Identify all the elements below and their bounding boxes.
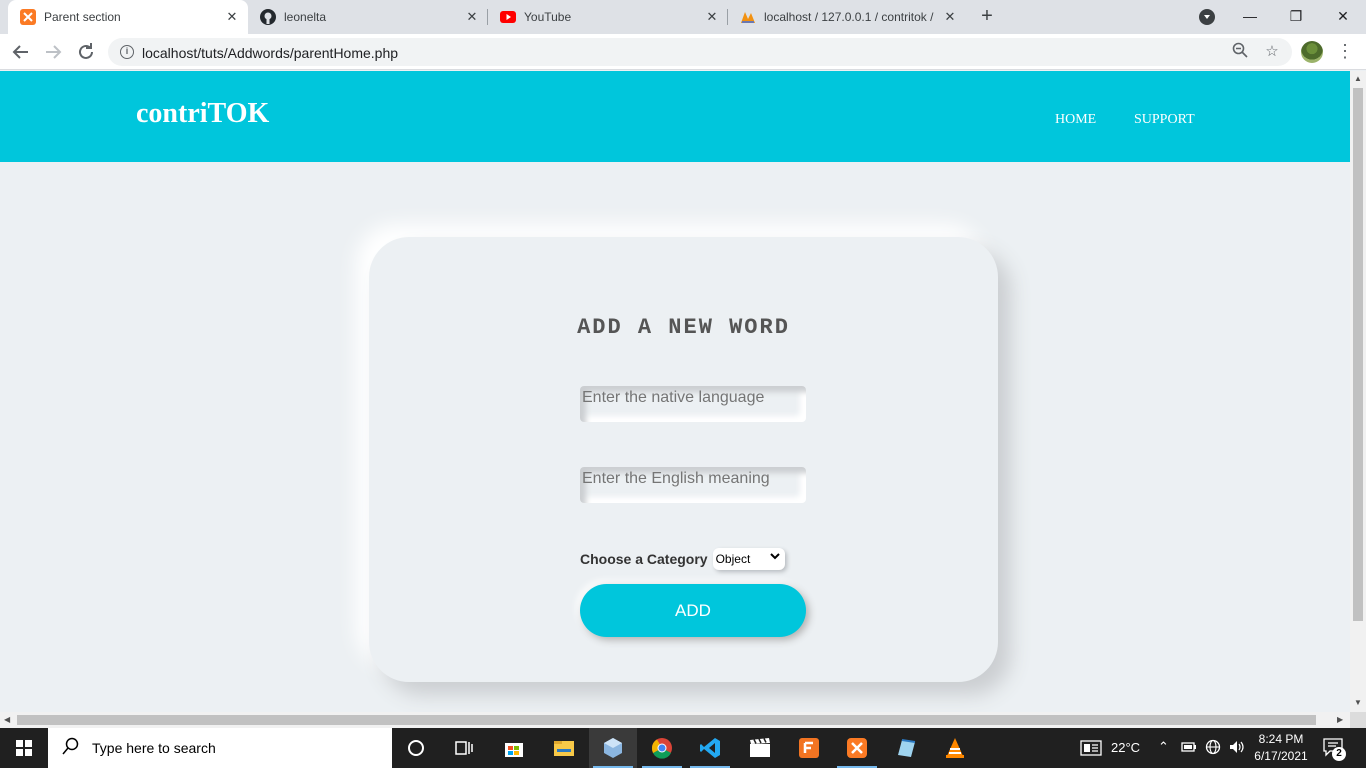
close-window-button[interactable]: ✕ <box>1320 0 1366 34</box>
nav-home-link[interactable]: HOME <box>1055 112 1096 128</box>
horizontal-scrollbar[interactable]: ◀ ▶ <box>0 712 1350 728</box>
windows-taskbar: Type here to search 22°C ⌃ 8:24 PM 6/17/… <box>0 728 1366 768</box>
scrollbar-corner <box>1350 712 1366 728</box>
form-title: ADD A NEW WORD <box>577 315 790 340</box>
back-arrow-icon <box>12 45 28 59</box>
forward-button[interactable] <box>41 40 65 64</box>
back-button[interactable] <box>9 40 33 64</box>
restore-button[interactable]: ❐ <box>1273 0 1319 34</box>
close-tab-icon[interactable]: ✕ <box>702 9 722 25</box>
clock-time: 8:24 PM <box>1258 732 1304 746</box>
tab-title: localhost / 127.0.0.1 / contritok / <box>764 10 934 24</box>
taskbar-search-box[interactable]: Type here to search <box>48 728 392 768</box>
tab-title: Parent section <box>44 10 121 24</box>
category-selected-value: Object <box>715 552 751 566</box>
zoom-icon[interactable] <box>1230 42 1250 62</box>
vertical-scroll-thumb[interactable] <box>1353 88 1363 621</box>
new-tab-button[interactable]: + <box>977 5 997 29</box>
tab-title: YouTube <box>524 10 572 24</box>
minimize-button[interactable]: — <box>1227 0 1273 34</box>
video-editor-icon[interactable] <box>736 728 784 768</box>
forward-arrow-icon <box>46 45 62 59</box>
category-label: Choose a Category <box>580 551 708 567</box>
tab-search-icon[interactable] <box>1199 9 1215 25</box>
tab-title: leonelta <box>284 10 327 24</box>
category-select[interactable]: Object <box>712 548 785 570</box>
address-bar[interactable]: i localhost/tuts/Addwords/parentHome.php… <box>108 38 1292 66</box>
chrome-icon[interactable] <box>638 728 686 768</box>
notification-count-badge: 2 <box>1332 747 1346 761</box>
windows-logo-icon <box>16 740 32 756</box>
cortana-icon[interactable] <box>392 728 440 768</box>
taskbar-search-placeholder: Type here to search <box>92 740 216 756</box>
file-explorer-icon[interactable] <box>540 728 588 768</box>
scroll-right-icon[interactable]: ▶ <box>1337 715 1343 724</box>
reload-button[interactable] <box>74 40 98 64</box>
profile-avatar[interactable] <box>1301 41 1323 63</box>
site-header: contriTOK HOME SUPPORT <box>0 71 1350 162</box>
site-logo[interactable]: contriTOK <box>136 98 269 130</box>
tab-youtube[interactable]: YouTube ✕ <box>488 0 728 34</box>
xampp-icon <box>20 9 36 25</box>
add-button[interactable]: ADD <box>580 584 806 637</box>
network-globe-icon[interactable] <box>1205 739 1221 758</box>
bookmark-star-icon[interactable]: ☆ <box>1262 42 1282 62</box>
add-word-card: ADD A NEW WORD Choose a Category Object … <box>369 237 998 682</box>
notepad-icon[interactable] <box>882 728 930 768</box>
foxit-pdf-icon[interactable] <box>785 728 833 768</box>
browser-tab-strip: Parent section ✕ leonelta ✕ YouTube ✕ lo… <box>0 0 1366 34</box>
english-meaning-input[interactable] <box>580 467 806 503</box>
clock-date: 6/17/2021 <box>1254 749 1308 763</box>
close-tab-icon[interactable]: ✕ <box>222 9 242 25</box>
browser-toolbar: i localhost/tuts/Addwords/parentHome.php… <box>0 34 1366 70</box>
weather-temperature[interactable]: 22°C <box>1111 740 1140 755</box>
search-icon <box>62 737 80 760</box>
menu-kebab-icon[interactable]: ⋮ <box>1336 40 1354 64</box>
vscode-icon[interactable] <box>686 728 734 768</box>
microsoft-store-icon[interactable] <box>490 728 538 768</box>
phpmyadmin-icon <box>740 9 756 25</box>
scroll-up-icon[interactable]: ▲ <box>1354 74 1362 83</box>
show-hidden-icons-icon[interactable]: ⌃ <box>1158 739 1169 755</box>
battery-icon[interactable] <box>1181 741 1197 756</box>
chevron-down-icon <box>769 552 780 563</box>
horizontal-scroll-thumb[interactable] <box>17 715 1316 725</box>
address-url[interactable]: localhost/tuts/Addwords/parentHome.php <box>142 45 398 61</box>
task-view-icon[interactable] <box>440 728 488 768</box>
github-icon <box>260 9 276 25</box>
category-row: Choose a Category Object <box>580 548 785 570</box>
volume-icon[interactable] <box>1228 739 1246 758</box>
site-info-icon[interactable]: i <box>120 45 134 59</box>
vertical-scrollbar[interactable]: ▲ ▼ <box>1350 71 1366 712</box>
page-viewport: contriTOK HOME SUPPORT ADD A NEW WORD Ch… <box>0 71 1350 712</box>
scroll-left-icon[interactable]: ◀ <box>4 715 10 724</box>
nav-support-link[interactable]: SUPPORT <box>1134 112 1195 128</box>
start-button[interactable] <box>0 728 48 768</box>
taskbar-clock[interactable]: 8:24 PM 6/17/2021 <box>1252 731 1310 765</box>
close-tab-icon[interactable]: ✕ <box>940 9 960 25</box>
youtube-icon <box>500 9 516 25</box>
native-language-input[interactable] <box>580 386 806 422</box>
reload-icon <box>79 43 93 59</box>
close-tab-icon[interactable]: ✕ <box>462 9 482 25</box>
weather-icon[interactable] <box>1080 740 1102 759</box>
virtualbox-icon[interactable] <box>589 728 637 768</box>
tab-leonelta[interactable]: leonelta ✕ <box>248 0 488 34</box>
scroll-down-icon[interactable]: ▼ <box>1354 698 1362 707</box>
vlc-icon[interactable] <box>931 728 979 768</box>
xampp-icon[interactable] <box>833 728 881 768</box>
tab-parent-section[interactable]: Parent section ✕ <box>8 0 248 34</box>
tab-phpmyadmin[interactable]: localhost / 127.0.0.1 / contritok / ✕ <box>728 0 966 34</box>
